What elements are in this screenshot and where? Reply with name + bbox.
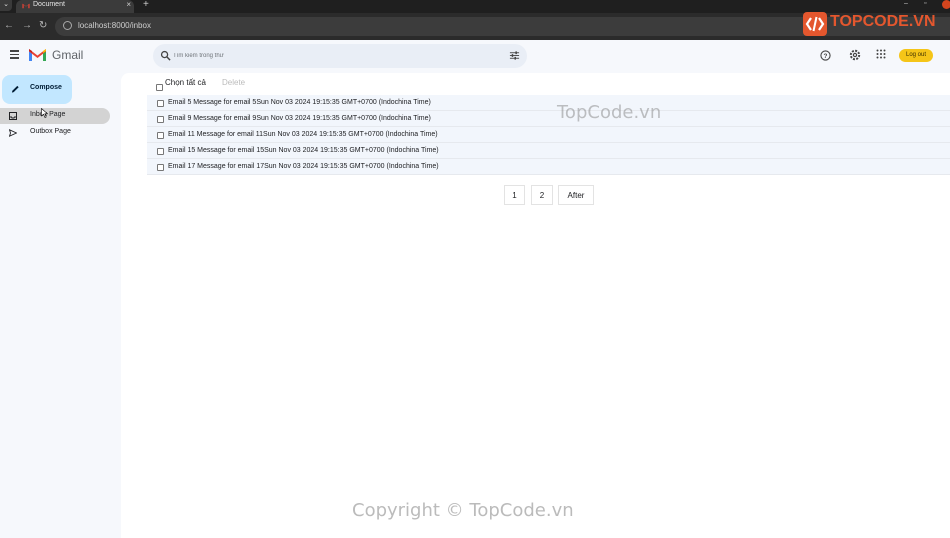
delete-button[interactable]: Delete — [222, 78, 245, 87]
site-info-icon[interactable] — [63, 21, 72, 30]
email-summary: Email 9 Message for email 9Sun Nov 03 20… — [168, 115, 431, 122]
logout-button[interactable]: Log out — [899, 49, 933, 62]
search-options-icon[interactable] — [509, 50, 520, 61]
back-icon[interactable]: ← — [4, 20, 14, 31]
watermark-copyright: Copyright © TopCode.vn — [352, 500, 574, 521]
next-page-button[interactable]: After — [558, 185, 594, 205]
sidebar-item-label: Outbox Page — [30, 128, 71, 135]
search-bar[interactable] — [153, 44, 527, 68]
email-checkbox[interactable] — [157, 116, 164, 123]
watermark-logo-text: TOPCODE.VN — [830, 13, 936, 30]
select-all-checkbox[interactable] — [156, 84, 163, 92]
page-2-button[interactable]: 2 — [531, 185, 553, 205]
tab-title: Document — [33, 1, 65, 8]
restore-icon[interactable]: ▫ — [924, 0, 926, 7]
email-row[interactable]: Email 9 Message for email 9Sun Nov 03 20… — [147, 111, 950, 127]
tab-close-icon[interactable]: × — [126, 0, 131, 9]
sidebar-item-outbox[interactable]: Outbox Page — [0, 125, 110, 141]
email-list: Email 5 Message for email 5Sun Nov 03 20… — [147, 95, 950, 175]
topcode-logo-icon — [803, 12, 827, 36]
url-text: localhost:8000/inbox — [78, 21, 151, 30]
compose-label: Compose — [30, 84, 62, 91]
gmail-app: Gmail ? Log out — [0, 40, 950, 538]
sidebar-item-inbox[interactable]: Inbox Page — [0, 108, 110, 124]
main-menu-icon[interactable] — [10, 50, 19, 59]
inbox-icon — [9, 112, 17, 120]
email-summary: Email 15 Message for email 15Sun Nov 03 … — [168, 147, 439, 154]
email-row[interactable]: Email 11 Message for email 11Sun Nov 03 … — [147, 127, 950, 143]
new-tab-icon[interactable]: + — [143, 0, 149, 10]
gmail-logo-icon[interactable] — [28, 47, 47, 62]
gmail-favicon-icon — [22, 3, 30, 9]
main-content: Chọn tất cả Delete Email 5 Message for e… — [121, 73, 950, 538]
email-summary: Email 5 Message for email 5Sun Nov 03 20… — [168, 99, 431, 106]
mouse-cursor-icon — [41, 108, 49, 118]
svg-text:?: ? — [824, 53, 828, 60]
email-row[interactable]: Email 15 Message for email 15Sun Nov 03 … — [147, 143, 950, 159]
app-name: Gmail — [52, 48, 84, 62]
email-checkbox[interactable] — [157, 148, 164, 155]
send-icon — [9, 129, 17, 137]
compose-button[interactable]: Compose — [2, 75, 72, 104]
select-all-label: Chọn tất cả — [165, 78, 206, 87]
watermark-center: TopCode.vn — [557, 102, 662, 123]
pencil-icon — [11, 85, 19, 93]
email-row[interactable]: Email 17 Message for email 17Sun Nov 03 … — [147, 159, 950, 175]
profile-avatar[interactable] — [942, 0, 950, 9]
search-icon[interactable] — [160, 50, 171, 61]
email-checkbox[interactable] — [157, 164, 164, 171]
minimize-icon[interactable]: – — [904, 0, 908, 7]
search-input[interactable] — [173, 49, 493, 63]
settings-gear-icon[interactable] — [849, 49, 861, 61]
email-checkbox[interactable] — [157, 132, 164, 139]
email-summary: Email 11 Message for email 11Sun Nov 03 … — [168, 131, 438, 138]
reload-icon[interactable]: ↻ — [39, 20, 47, 31]
tab-search-chevron-icon[interactable]: ⌄ — [0, 0, 12, 11]
email-checkbox[interactable] — [157, 100, 164, 107]
google-apps-icon[interactable] — [876, 49, 886, 59]
forward-icon[interactable]: → — [22, 20, 32, 31]
email-row[interactable]: Email 5 Message for email 5Sun Nov 03 20… — [147, 95, 950, 111]
browser-tab[interactable]: Document × — [16, 0, 134, 13]
help-icon[interactable]: ? — [820, 50, 831, 61]
page-1-button[interactable]: 1 — [504, 185, 525, 205]
email-summary: Email 17 Message for email 17Sun Nov 03 … — [168, 163, 439, 170]
